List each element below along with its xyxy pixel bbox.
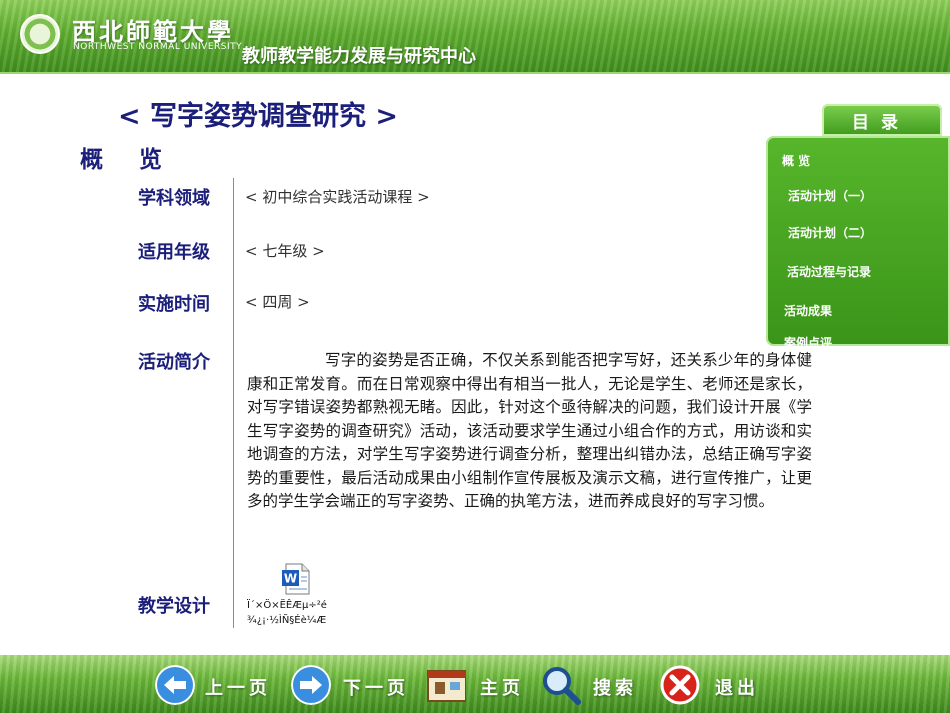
svg-text:W: W — [284, 572, 297, 586]
toc-tab: 目录 — [822, 104, 942, 136]
search-button[interactable]: 搜索 — [541, 665, 646, 707]
time-label: 实施时间 — [138, 294, 210, 315]
subject-value: < 初中综合实践活动课程 > — [245, 188, 430, 206]
word-document-icon[interactable]: W — [281, 563, 311, 595]
subject-label: 学科领域 — [138, 188, 210, 209]
overview-heading: 概 览 — [80, 147, 177, 173]
home-icon — [427, 670, 466, 702]
university-name-en: NORTHWEST NORMAL UNIVERSITY — [73, 42, 243, 52]
university-seal-icon — [20, 14, 60, 54]
exit-button[interactable]: 退出 — [660, 665, 770, 707]
field-divider — [233, 178, 234, 628]
toc-panel: 概 览 活动计划（一） 活动计划（二） 活动过程与记录 活动成果 案例点评 — [766, 136, 950, 346]
exit-label: 退出 — [715, 678, 759, 699]
toc-item-results[interactable]: 活动成果 — [784, 302, 832, 319]
arrow-right-icon — [291, 665, 331, 705]
home-label: 主页 — [480, 678, 524, 699]
toc-item-plan-2[interactable]: 活动计划（二） — [788, 224, 872, 241]
prev-label: 上一页 — [205, 678, 271, 699]
arrow-left-icon — [155, 665, 195, 705]
document-caption[interactable]: Ï´×Ö×ËÊÆµ÷²é ¾¿¡·½ÌÑ§Éè¼Æ — [247, 598, 367, 628]
center-name: 教师教学能力发展与研究中心 — [242, 46, 476, 67]
toc-item-review[interactable]: 案例点评 — [784, 334, 832, 346]
prev-button[interactable]: 上一页 — [155, 665, 280, 707]
toc-item-process[interactable]: 活动过程与记录 — [787, 263, 871, 280]
toc-item-overview[interactable]: 概 览 — [782, 152, 810, 169]
next-button[interactable]: 下一页 — [291, 665, 416, 707]
next-label: 下一页 — [343, 678, 409, 699]
intro-text: 写字的姿势是否正确，不仅关系到能否把字写好，还关系少年的身体健康和正常发育。而在… — [247, 351, 812, 510]
design-label: 教学设计 — [138, 596, 210, 617]
search-icon — [543, 667, 581, 705]
toc-tab-label: 目录 — [852, 113, 910, 133]
page-title: < 写字姿势调查研究 > — [118, 101, 399, 132]
toc-item-plan-1[interactable]: 活动计划（一） — [788, 187, 872, 204]
grade-value: < 七年级 > — [245, 242, 325, 260]
home-button[interactable]: 主页 — [426, 665, 531, 707]
header-banner: 西北師範大學 NORTHWEST NORMAL UNIVERSITY 教师教学能… — [0, 0, 950, 74]
grade-label: 适用年级 — [138, 242, 210, 263]
intro-label: 活动简介 — [138, 352, 210, 373]
search-label: 搜索 — [593, 678, 637, 699]
time-value: < 四周 > — [245, 293, 310, 311]
document-caption-line: ¾¿¡·½ÌÑ§Éè¼Æ — [247, 615, 327, 626]
document-caption-line: Ï´×Ö×ËÊÆµ÷²é — [247, 600, 327, 611]
close-icon — [660, 665, 700, 705]
